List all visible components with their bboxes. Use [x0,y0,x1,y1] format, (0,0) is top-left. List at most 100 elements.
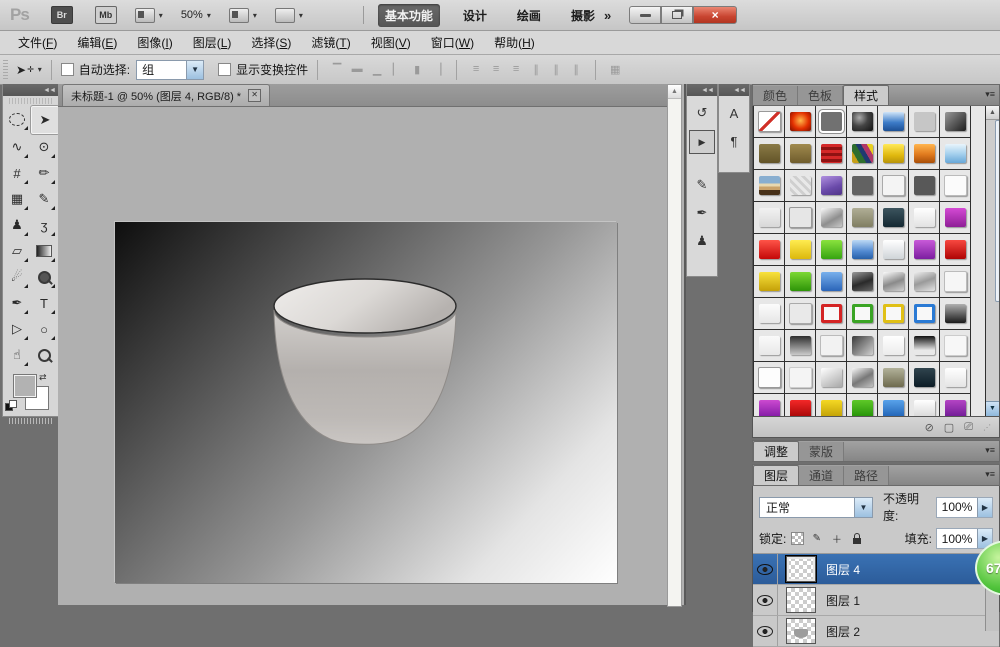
distribute-horizontal-centers-icon[interactable]: ∥ [546,63,566,76]
tool-presets-panel-icon[interactable]: ✒ [690,202,714,224]
style-swatch-41[interactable] [909,266,940,298]
delete-style-icon[interactable]: ⎚ [964,421,973,434]
style-swatch-65[interactable] [785,394,816,417]
workspace-button-摄影[interactable]: 摄影 [564,4,602,27]
style-swatch-47[interactable] [878,298,909,330]
style-swatch-11[interactable] [847,138,878,170]
styles-scroll-up-icon[interactable]: ▲ [986,106,999,120]
layer-row[interactable]: 图层 1 [753,585,999,616]
style-swatch-39[interactable] [847,266,878,298]
layers-panel-menu-icon[interactable]: ▾≡ [985,469,995,480]
smudge-tool[interactable]: ☄ [4,264,30,290]
menu-图层[interactable]: 图层(L) [183,31,242,54]
menu-帮助[interactable]: 帮助(H) [484,31,545,54]
clone-stamp-tool[interactable]: ♟ [4,212,30,238]
style-swatch-2[interactable] [785,106,816,138]
menu-编辑[interactable]: 编辑(E) [67,31,127,54]
layers-tab-路径[interactable]: 路径 [844,466,889,485]
style-swatch-43[interactable] [754,298,785,330]
style-swatch-10[interactable] [816,138,847,170]
auto-select-checkbox[interactable] [61,63,74,76]
style-swatch-31[interactable] [816,234,847,266]
style-swatch-21[interactable] [940,170,971,202]
tools-panel-collapse-button[interactable]: ◄◄ [3,84,59,96]
align-horizontal-centers-icon[interactable]: ▮ [407,63,427,76]
style-swatch-22[interactable] [754,202,785,234]
layer-thumbnail[interactable] [786,556,816,582]
launch-bridge-button[interactable]: Br [51,6,73,24]
pen-tool[interactable]: ✒ [4,290,30,316]
crop-tool[interactable]: # [4,160,30,186]
close-button[interactable]: × [693,6,737,24]
style-swatch-34[interactable] [909,234,940,266]
style-swatch-46[interactable] [847,298,878,330]
lock-all-icon[interactable] [849,532,864,546]
ellipse-tool[interactable]: ○ [31,316,57,342]
style-swatch-32[interactable] [847,234,878,266]
brush-tool[interactable]: ✎ [31,186,57,212]
style-swatch-8[interactable] [754,138,785,170]
style-swatch-50[interactable] [754,330,785,362]
style-swatch-58[interactable] [785,362,816,394]
view-extras-button[interactable]: ▾ [135,8,163,23]
hand-tool[interactable]: ☝ [4,342,30,368]
layers-tab-通道[interactable]: 通道 [799,466,844,485]
align-left-edges-icon[interactable]: ▏ [387,63,407,76]
paragraph-panel-icon[interactable]: ¶ [722,130,746,152]
style-swatch-68[interactable] [878,394,909,417]
style-swatch-57[interactable] [754,362,785,394]
style-swatch-37[interactable] [785,266,816,298]
dock1-expand-button[interactable]: ◄◄ [687,84,717,96]
style-swatch-40[interactable] [878,266,909,298]
style-swatch-19[interactable] [878,170,909,202]
style-swatch-26[interactable] [878,202,909,234]
restore-button[interactable] [661,6,693,24]
layer-thumbnail[interactable] [786,587,816,613]
dodge-tool[interactable] [31,264,57,290]
style-swatch-54[interactable] [878,330,909,362]
workspace-button-基本功能[interactable]: 基本功能 [378,4,440,27]
style-swatch-9[interactable] [785,138,816,170]
style-swatch-13[interactable] [909,138,940,170]
style-swatch-48[interactable] [909,298,940,330]
style-swatch-27[interactable] [909,202,940,234]
minimize-button[interactable] [629,6,661,24]
style-swatch-12[interactable] [878,138,909,170]
distribute-bottom-edges-icon[interactable]: ≡ [506,63,526,76]
layers-tab-图层[interactable]: 图层 [753,465,799,485]
distribute-left-edges-icon[interactable]: ∥ [526,63,546,76]
dock2-expand-button[interactable]: ◄◄ [719,84,749,96]
style-swatch-4[interactable] [847,106,878,138]
lock-position-icon[interactable]: ＋ [829,532,844,546]
style-swatch-49[interactable] [940,298,971,330]
styles-tab-颜色[interactable]: 颜色 [753,86,798,105]
style-swatch-14[interactable] [940,138,971,170]
healing-brush-tool[interactable]: ▦ [4,186,30,212]
clone-source-panel-icon[interactable]: ♟ [690,230,714,252]
style-swatch-38[interactable] [816,266,847,298]
layer-row[interactable]: 图层 2 [753,616,999,647]
style-swatch-44[interactable] [785,298,816,330]
style-swatch-69[interactable] [909,394,940,417]
distribute-top-edges-icon[interactable]: ≡ [466,63,486,76]
style-swatch-28[interactable] [940,202,971,234]
clear-style-icon[interactable]: ⊘ [925,421,934,434]
eyedropper-tool[interactable]: ✏ [31,160,57,186]
style-swatch-30[interactable] [785,234,816,266]
elliptical-marquee-tool[interactable] [4,106,30,132]
styles-panel-menu-icon[interactable]: ▾≡ [985,89,995,100]
style-swatch-66[interactable] [816,394,847,417]
arrange-documents-button[interactable]: ▾ [229,8,257,23]
visibility-cell[interactable] [753,554,778,584]
menu-图像[interactable]: 图像(I) [127,31,182,54]
document-page[interactable] [115,222,617,583]
style-swatch-45[interactable] [816,298,847,330]
styles-tab-色板[interactable]: 色板 [798,86,843,105]
styles-scrollbar[interactable]: ▲ ▼ [985,106,999,416]
scroll-up-icon[interactable]: ▲ [668,85,681,99]
panel-resize-grip[interactable]: ⋰ [983,423,991,432]
workspace-button-设计[interactable]: 设计 [456,4,494,27]
menu-视图[interactable]: 视图(V) [361,31,421,54]
menu-选择[interactable]: 选择(S) [241,31,301,54]
style-swatch-16[interactable] [785,170,816,202]
